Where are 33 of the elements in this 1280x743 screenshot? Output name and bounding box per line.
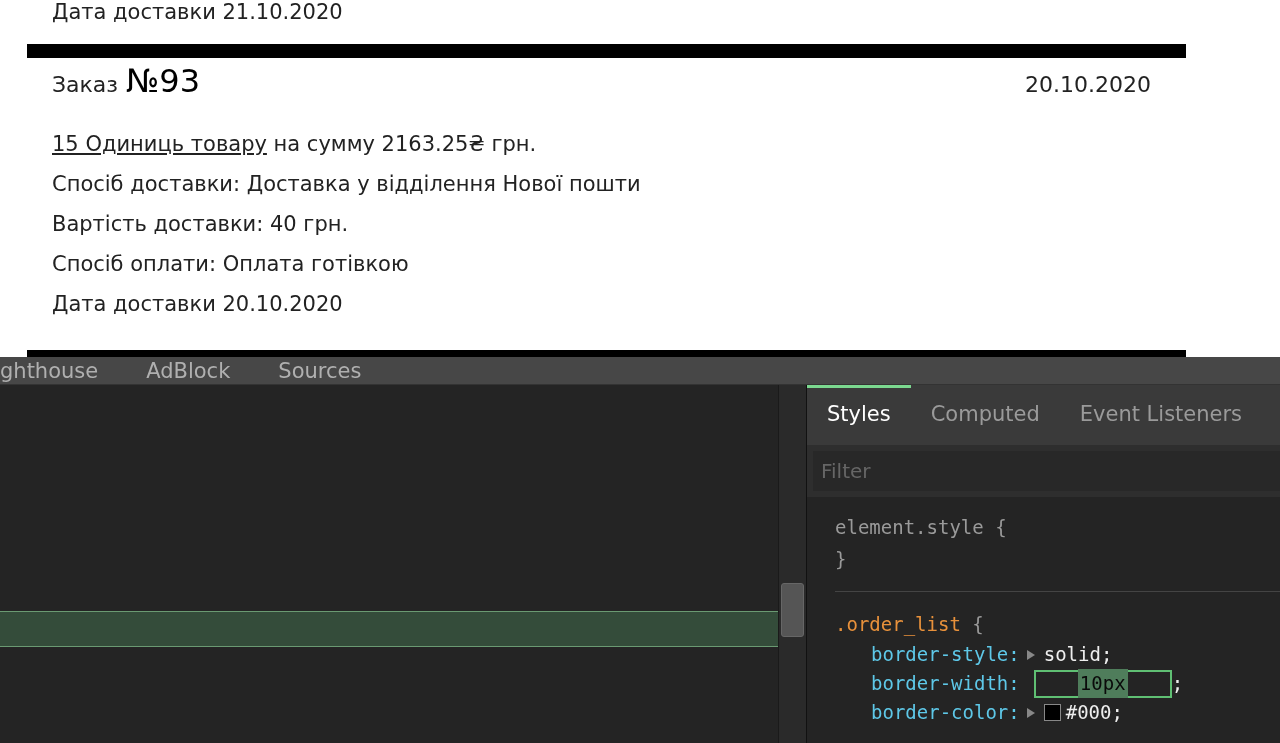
value-edit-field[interactable]: 10px (1033, 669, 1172, 698)
order-label: Заказ (52, 72, 119, 97)
delivery-date-text: Дата доставки 21.10.2020 (52, 0, 344, 24)
order-detail: Спосіб оплати: Оплата готівкою (52, 251, 410, 278)
devtools-tab[interactable]: ghthouse (0, 358, 99, 383)
color-swatch[interactable] (1043, 704, 1061, 721)
highlighted-row[interactable] (0, 611, 778, 647)
expand-triangle-icon[interactable] (1025, 648, 1036, 661)
semicolon: ; (1171, 671, 1184, 696)
css-property: border-style: (871, 642, 1020, 667)
css-selector: .order_list (835, 613, 961, 635)
order-date: 20.10.2020 (1025, 72, 1151, 97)
order-detail: Спосіб доставки: Доставка у відділення Нової пошти (52, 171, 642, 198)
expand-triangle-icon[interactable] (1025, 706, 1036, 719)
css-property: border-width: (871, 671, 1020, 696)
sidebar-tab[interactable]: Event Listeners (1059, 385, 1263, 445)
brace: } (835, 548, 847, 570)
css-value: solid; (1043, 642, 1113, 667)
order-detail: Дата доставки 20.10.2020 (52, 291, 344, 318)
brace: { (995, 516, 1007, 538)
items-link[interactable]: 15 Одиниць товару (52, 132, 267, 156)
css-property: border-color: (871, 700, 1020, 725)
scrollbar-thumb[interactable] (781, 583, 804, 637)
devtools-tab[interactable]: AdBlock (146, 358, 231, 383)
brace: { (972, 613, 984, 635)
css-selector: element.style (835, 516, 984, 538)
filter-field[interactable]: Filter (813, 451, 1280, 491)
order-number: №93 (126, 62, 201, 100)
css-value: #000; (1065, 700, 1123, 725)
order-summary: 15 Одиниць товару на сумму 2163.25₴ грн. (52, 131, 538, 158)
order-detail: Вартість доставки: 40 грн. (52, 211, 350, 238)
devtools-tab[interactable]: Sources (278, 358, 362, 383)
sidebar-tab[interactable]: Computed (910, 385, 1060, 445)
